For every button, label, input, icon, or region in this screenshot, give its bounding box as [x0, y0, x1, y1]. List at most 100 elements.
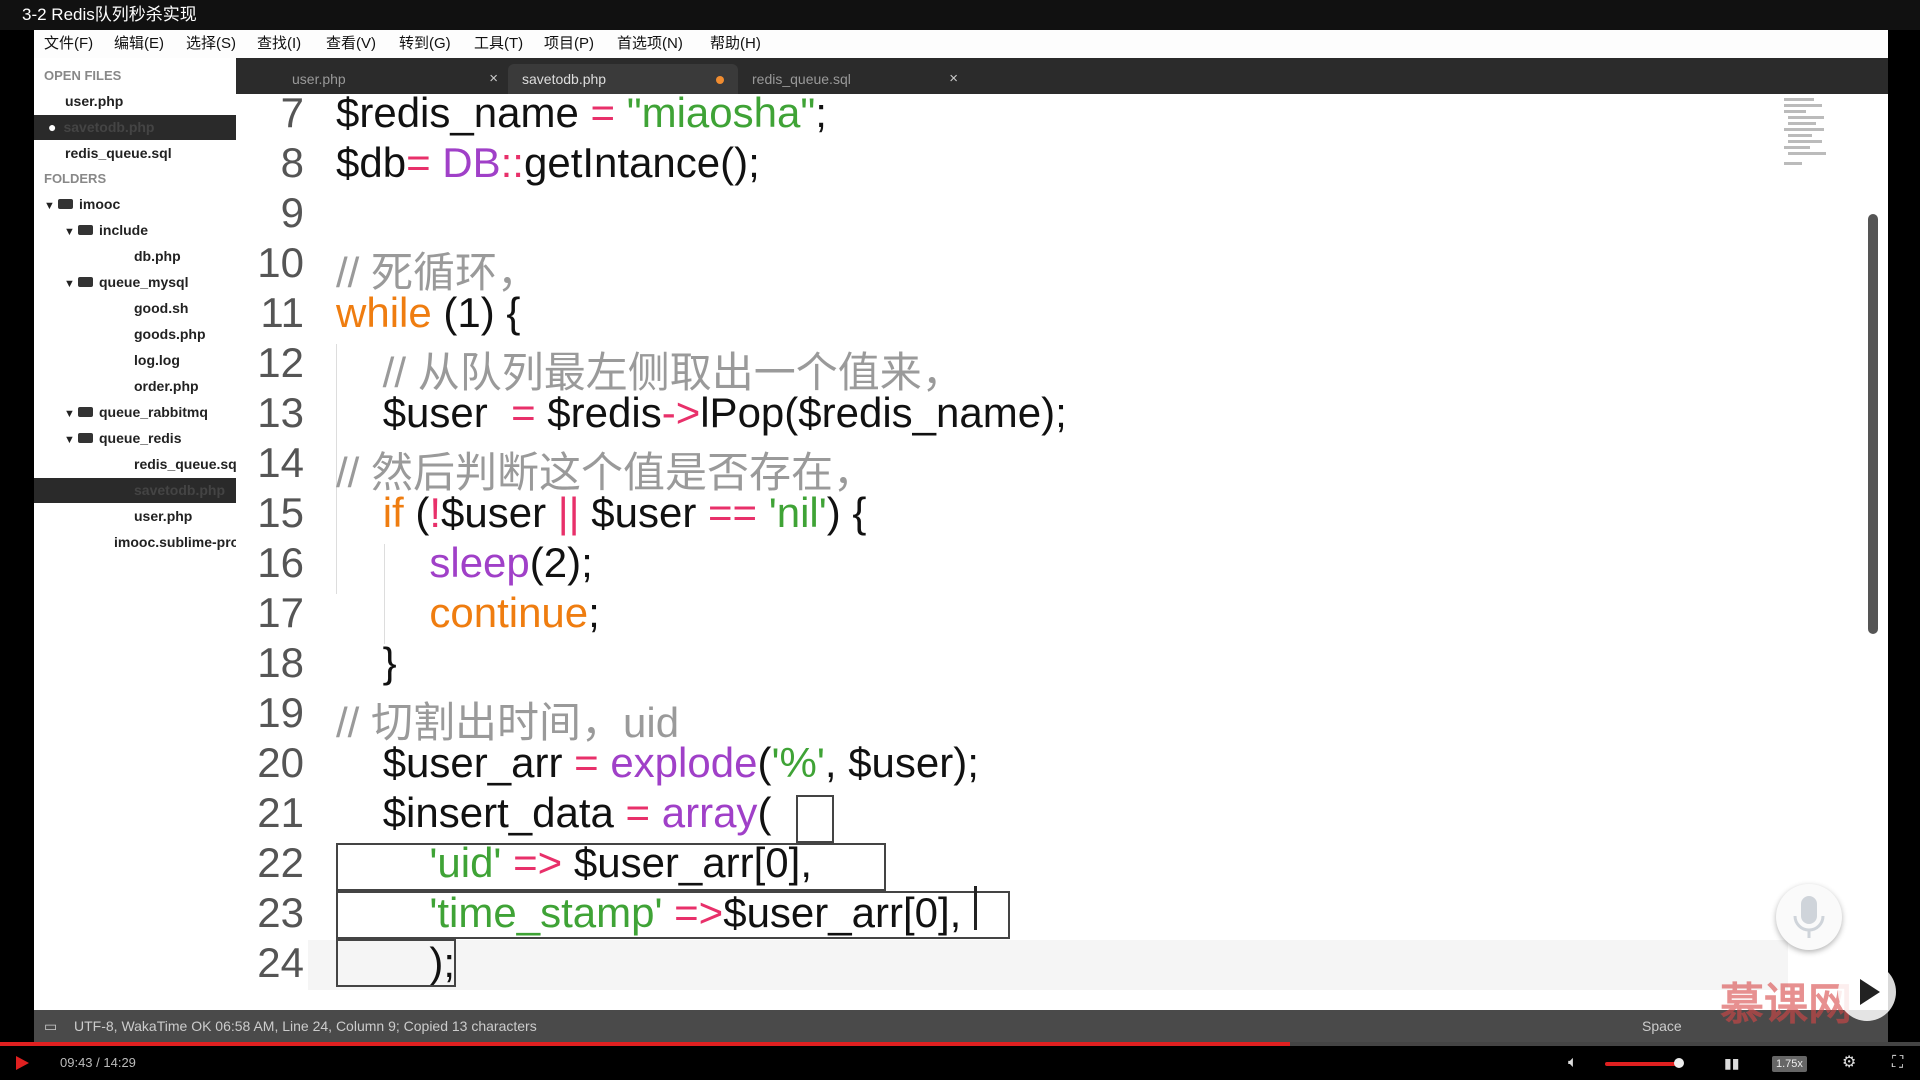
folder-queue-redis[interactable]: ▼ queue_redis	[34, 426, 266, 451]
close-icon[interactable]: ×	[489, 64, 498, 94]
folder-queue-redis-label: queue_redis	[99, 430, 182, 446]
video-title: 3-2 Redis队列秒杀实现	[0, 0, 1920, 30]
line-number: 11	[260, 289, 304, 336]
line-number: 19	[257, 689, 304, 736]
code-line: $user_arr = explode('%', $user);	[382, 739, 979, 786]
volume-icon[interactable]: 🔈︎	[1568, 1046, 1578, 1080]
folder-icon	[78, 407, 93, 418]
settings-icon[interactable]: ⚙	[1842, 1046, 1856, 1080]
folder-imooc-label: imooc	[79, 196, 121, 212]
speed-badge[interactable]: 1.75x	[1772, 1056, 1807, 1072]
tab-redis-sql-label: redis_queue.sql	[752, 71, 851, 87]
menu-selection[interactable]: 选择(S)	[186, 30, 236, 58]
editor-scrollbar[interactable]	[1868, 214, 1878, 634]
folder-queue-mysql[interactable]: ▼ queue_mysql	[34, 270, 266, 295]
indentation-status[interactable]: Space	[1642, 1010, 1682, 1042]
fullscreen-icon[interactable]: ⛶	[1892, 1046, 1903, 1080]
volume-knob[interactable]	[1673, 1058, 1684, 1068]
volume-slider[interactable]	[1605, 1062, 1679, 1066]
expand-arrow-icon[interactable]: ▼	[64, 402, 78, 425]
folder-icon	[78, 225, 93, 236]
expand-arrow-icon[interactable]: ▼	[64, 272, 78, 295]
unsaved-dot-icon[interactable]	[716, 76, 724, 84]
folder-icon	[78, 433, 93, 444]
line-number: 18	[257, 639, 304, 686]
menu-find[interactable]: 查找(I)	[257, 30, 301, 58]
video-frame[interactable]: 文件(F) 编辑(E) 选择(S) 查找(I) 查看(V) 转到(G) 工具(T…	[34, 30, 1888, 1042]
line-gutter: 7 8 9 10 11 12 13 14 15 16 17 18 19 20 2…	[236, 94, 308, 1010]
line-number: 9	[280, 189, 304, 236]
line-number: 8	[280, 139, 304, 186]
menu-file[interactable]: 文件(F)	[44, 30, 93, 58]
minimap-line	[1784, 162, 1802, 165]
panel-toggle-icon[interactable]: ▭	[44, 1010, 57, 1042]
play-icon	[1860, 979, 1880, 1005]
current-line-highlight	[308, 940, 1788, 990]
menu-bar: 文件(F) 编辑(E) 选择(S) 查找(I) 查看(V) 转到(G) 工具(T…	[34, 30, 1888, 59]
line-number: 16	[257, 539, 304, 586]
expand-arrow-icon[interactable]: ▼	[64, 428, 78, 451]
menu-project[interactable]: 项目(P)	[544, 30, 594, 58]
status-text: UTF-8, WakaTime OK 06:58 AM, Line 24, Co…	[74, 1018, 537, 1034]
folders-header: FOLDERS	[44, 171, 107, 186]
line-number: 10	[257, 239, 304, 286]
menu-help[interactable]: 帮助(H)	[710, 30, 761, 58]
line-number: 23	[257, 889, 304, 936]
bracket-highlight	[336, 843, 886, 891]
code-line: while (1) {	[336, 289, 521, 336]
menu-view[interactable]: 查看(V)	[326, 30, 376, 58]
line-number: 17	[257, 589, 304, 636]
minimap-line	[1784, 146, 1810, 149]
menu-tools[interactable]: 工具(T)	[474, 30, 523, 58]
line-number: 7	[280, 94, 304, 136]
line-number: 22	[257, 839, 304, 886]
folder-imooc[interactable]: ▼ imooc	[34, 192, 246, 217]
minimap-line	[1788, 122, 1816, 125]
time-display: 09:43 / 14:29	[60, 1055, 136, 1070]
minimap-line	[1788, 152, 1826, 155]
open-files-header: OPEN FILES	[44, 68, 122, 83]
code-line: }	[336, 639, 397, 686]
microphone-icon	[1793, 896, 1825, 938]
line-number: 12	[257, 339, 304, 386]
line-number: 20	[257, 739, 304, 786]
play-icon[interactable]	[14, 1055, 30, 1071]
close-icon[interactable]: ×	[949, 64, 958, 94]
open-file-redis-sql[interactable]: redis_queue.sql	[34, 141, 267, 166]
code-line: $db= DB::getIntance();	[336, 139, 760, 186]
code-editor[interactable]: 7 8 9 10 11 12 13 14 15 16 17 18 19 20 2…	[236, 94, 1888, 1010]
minimap-line	[1784, 104, 1822, 107]
folder-include-label: include	[99, 222, 149, 238]
folder-include[interactable]: ▼ include	[34, 218, 266, 243]
tab-user-label: user.php	[292, 71, 346, 87]
status-bar: ▭ UTF-8, WakaTime OK 06:58 AM, Line 24, …	[34, 1010, 1888, 1042]
tab-user[interactable]: user.php ×	[278, 64, 508, 94]
folder-queue-rabbitmq-label: queue_rabbitmq	[99, 404, 208, 420]
microphone-button[interactable]	[1776, 884, 1842, 950]
tab-savetodb-label: savetodb.php	[522, 71, 607, 87]
modified-dot-icon: ●	[48, 119, 57, 135]
code-line: $insert_data = array(	[382, 789, 772, 836]
play-overlay-button[interactable]	[1838, 963, 1896, 1021]
open-file-user[interactable]: user.php	[34, 89, 267, 114]
expand-arrow-icon[interactable]: ▼	[64, 220, 78, 243]
tab-redis-sql[interactable]: redis_queue.sql ×	[738, 64, 968, 94]
quality-icon[interactable]: ▮▮	[1724, 1046, 1739, 1080]
line-number: 14	[257, 439, 304, 486]
player-controls: 09:43 / 14:29 🔈︎ ▮▮ 1.75x ⚙ ⛶	[0, 1046, 1920, 1080]
menu-edit[interactable]: 编辑(E)	[114, 30, 164, 58]
sidebar: OPEN FILES user.php ● savetodb.php redis_…	[34, 58, 336, 1030]
tab-savetodb[interactable]: savetodb.php	[508, 64, 738, 94]
code-line: $redis_name = "miaosha";	[336, 94, 827, 136]
expand-arrow-icon[interactable]: ▼	[44, 194, 58, 217]
minimap[interactable]	[1784, 96, 1830, 176]
folder-icon	[58, 199, 73, 210]
watermark-logo: 慕课网	[1720, 980, 1852, 1029]
bracket-highlight	[336, 939, 456, 987]
menu-goto[interactable]: 转到(G)	[399, 30, 451, 58]
folder-queue-rabbitmq[interactable]: ▼ queue_rabbitmq	[34, 400, 266, 425]
menu-preferences[interactable]: 首选项(N)	[617, 30, 683, 58]
code-line: $user = $redis->lPop($redis_name);	[382, 389, 1067, 436]
line-number: 15	[257, 489, 304, 536]
open-file-savetodb[interactable]: ● savetodb.php	[34, 115, 250, 140]
